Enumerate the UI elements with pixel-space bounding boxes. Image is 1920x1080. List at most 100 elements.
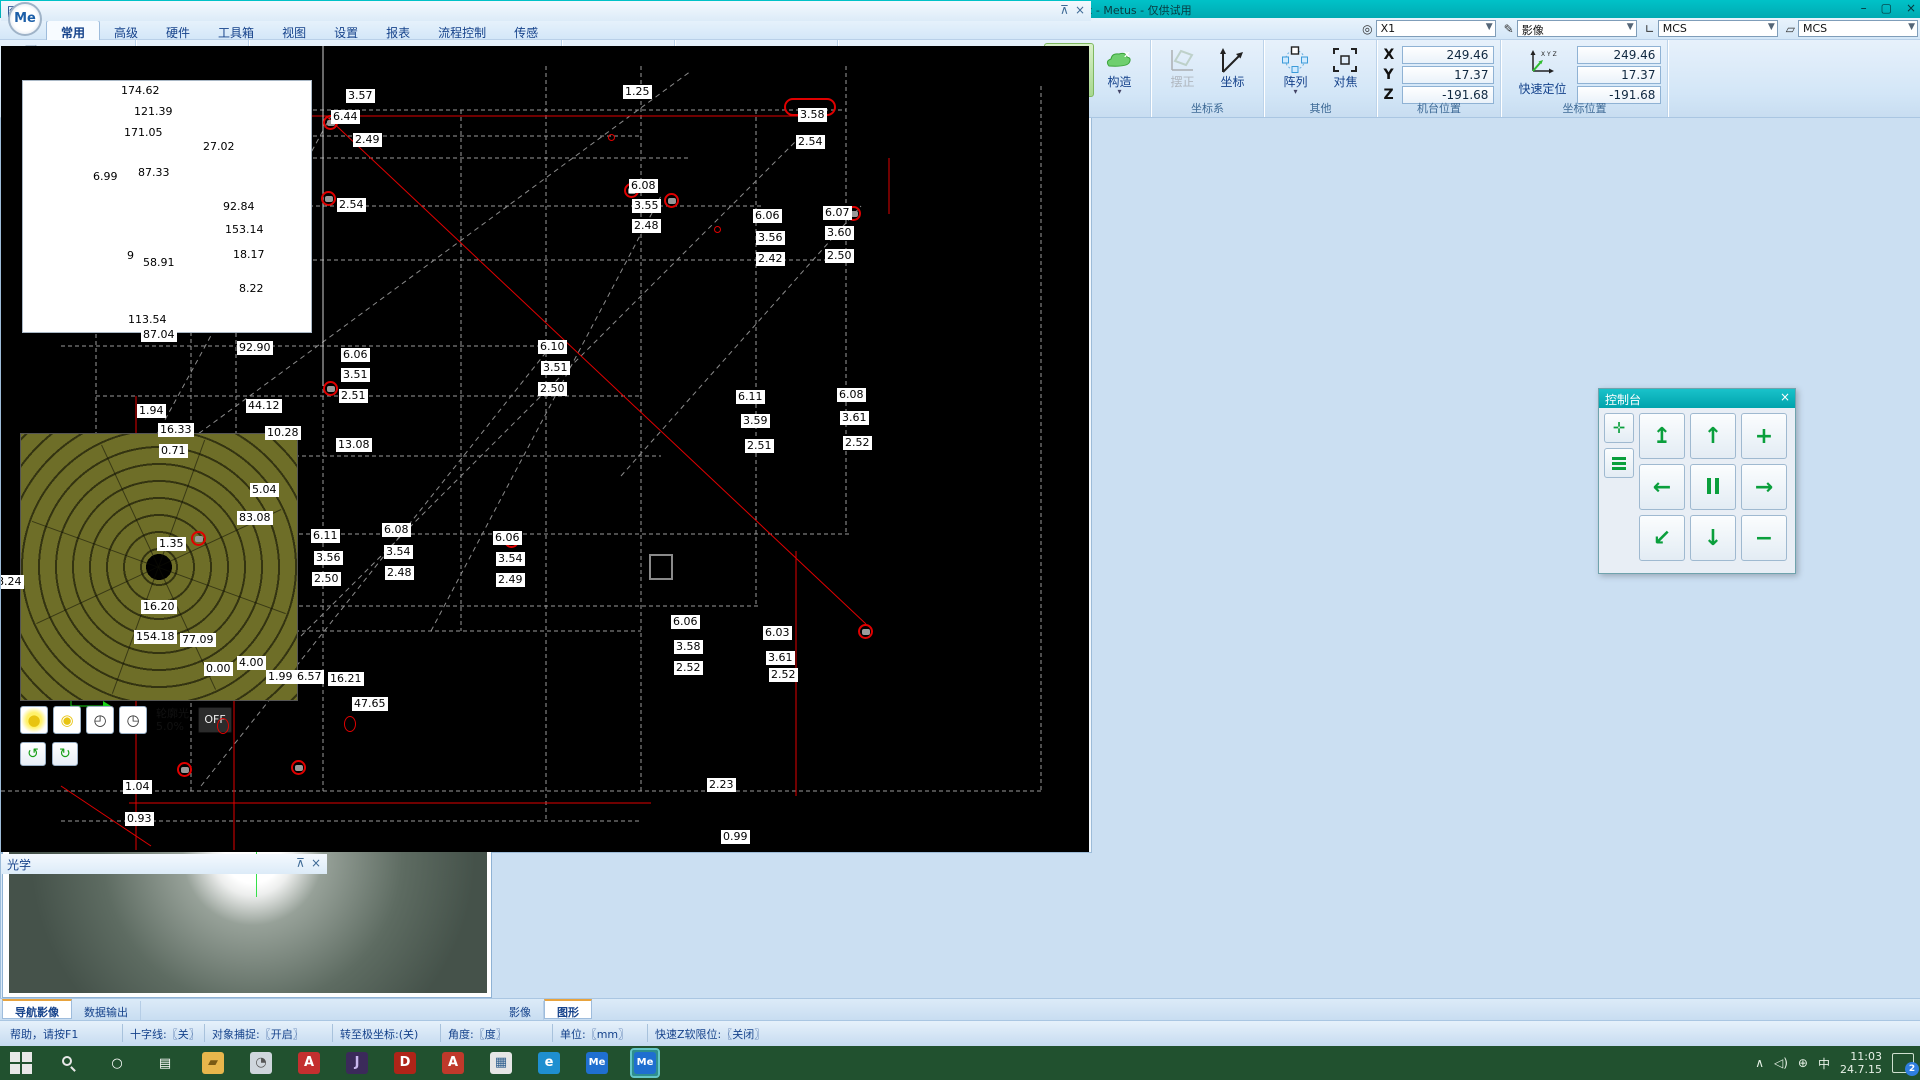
chevron-down-icon[interactable]: ▼: [1486, 22, 1493, 32]
combo-value[interactable]: X1▼: [1376, 20, 1496, 37]
ribbon-group-label: 机台位置: [1377, 100, 1500, 116]
ring-light-button[interactable]: ◉: [53, 706, 81, 734]
chevron-down-icon[interactable]: ▼: [1768, 22, 1775, 32]
maximize-button[interactable]: ▢: [1881, 1, 1892, 15]
dimension-label: 87.04: [141, 328, 177, 342]
ribbon-group-机台位置: X249.46Y17.37Z-191.68机台位置: [1377, 40, 1501, 117]
status-item-5[interactable]: 单位:〖mm〗: [560, 1026, 629, 1042]
taskbar-icon-grid[interactable]: ▦: [488, 1050, 514, 1076]
axis-list-icon[interactable]: [1604, 448, 1634, 478]
minimize-button[interactable]: –: [1861, 1, 1867, 15]
jog-left-button[interactable]: ←: [1639, 464, 1685, 510]
jog-up-limit-button[interactable]: ↥: [1639, 413, 1685, 459]
ribbon-button-cloud[interactable]: x构造▾: [1094, 43, 1144, 95]
chevron-down-icon[interactable]: ▼: [1908, 22, 1915, 32]
combo-x1-0[interactable]: ◎ X1▼: [1362, 20, 1495, 37]
dock-tab-图形[interactable]: 图形: [544, 999, 592, 1019]
jog-up-button[interactable]: ↑: [1690, 413, 1736, 459]
jog-right-button[interactable]: →: [1741, 464, 1787, 510]
close-button[interactable]: ×: [1906, 1, 1916, 15]
feature-marker[interactable]: [177, 762, 192, 777]
dock-tab-数据输出[interactable]: 数据输出: [72, 1001, 141, 1021]
ring-light-on-button[interactable]: ●: [20, 706, 48, 734]
ime-indicator[interactable]: 中: [1818, 1055, 1830, 1072]
taskbar-icon-ring[interactable]: ○: [104, 1050, 130, 1076]
status-item-3[interactable]: 转至极坐标:(关): [340, 1026, 418, 1042]
status-item-6[interactable]: 快速Z软限位:〖关闭〗: [655, 1026, 765, 1042]
ribbon-button-array[interactable]: 阵列▾: [1270, 43, 1320, 95]
dimension-label: 3.58: [674, 640, 703, 654]
feature-marker[interactable]: [321, 191, 336, 206]
jog-down-button[interactable]: ↓: [1690, 515, 1736, 561]
dimension-label: 44.12: [246, 399, 282, 413]
machine-pos-value-x: 249.46: [1402, 46, 1494, 64]
feature-marker[interactable]: [191, 531, 206, 546]
quick-position-button[interactable]: X Y Z快速定位: [1507, 43, 1577, 97]
undo-icon[interactable]: ↺: [20, 742, 46, 766]
step-minus-button[interactable]: −: [1741, 515, 1787, 561]
volume-icon[interactable]: ◁): [1774, 1056, 1788, 1070]
combo-mcs-3[interactable]: ▱ MCS▼: [1786, 20, 1918, 37]
dimension-label: 0.71: [159, 444, 188, 458]
dimension-label: 3.57: [346, 89, 375, 103]
taskbar-icon-Me-12[interactable]: Me: [584, 1050, 610, 1076]
jog-down-slant-button[interactable]: ↙: [1639, 515, 1685, 561]
dimension-label: 6.44: [331, 110, 360, 124]
jog-mode-icon[interactable]: ✛: [1604, 413, 1634, 443]
tray-chevron-icon[interactable]: ∧: [1755, 1056, 1764, 1070]
status-item-0[interactable]: 帮助，请按F1: [10, 1026, 78, 1042]
pin-icon[interactable]: ⊼: [1060, 3, 1069, 17]
taskbar-icon-Me-13[interactable]: Me: [632, 1050, 658, 1076]
ribbon-button-focus[interactable]: 对焦: [1320, 43, 1370, 89]
taskbar-icon-folder[interactable]: ▰: [200, 1050, 226, 1076]
taskbar-icon-A-9[interactable]: A: [440, 1050, 466, 1076]
status-item-1[interactable]: 十字线:〖关〗: [130, 1026, 200, 1042]
status-item-4[interactable]: 角度:〖度〗: [448, 1026, 507, 1042]
segment-light-button-2[interactable]: ◷: [119, 706, 147, 734]
dimension-label: 6.06: [671, 615, 700, 629]
feature-marker[interactable]: [858, 624, 873, 639]
chevron-down-icon[interactable]: ▼: [1627, 22, 1634, 32]
ribbon-group-坐标位置: X Y Z快速定位249.4617.37-191.68坐标位置: [1501, 40, 1668, 117]
close-icon[interactable]: ×: [311, 856, 321, 870]
pin-icon[interactable]: ⊼: [296, 856, 305, 870]
dimension-label: 2.54: [337, 198, 366, 212]
status-item-2[interactable]: 对象捕捉:〖开启〗: [212, 1026, 304, 1042]
step-plus-button[interactable]: +: [1741, 413, 1787, 459]
feature-marker[interactable]: [664, 193, 679, 208]
ribbon-button-coord[interactable]: 坐标: [1207, 43, 1257, 89]
taskbar-icon-e-11[interactable]: e: [536, 1050, 562, 1076]
taskbar-icon-start[interactable]: [8, 1050, 34, 1076]
ribbon-button-align[interactable]: 摆正: [1157, 43, 1207, 89]
dimension-label: 6.10: [538, 340, 567, 354]
redo-icon[interactable]: ↻: [52, 742, 78, 766]
combo-影像-1[interactable]: ✎ 影像▼: [1504, 20, 1637, 37]
combo-value[interactable]: MCS▼: [1798, 20, 1918, 37]
dimension-label: 13.08: [336, 438, 372, 452]
combo-mcs-2[interactable]: ∟ MCS▼: [1645, 20, 1778, 37]
feature-marker[interactable]: [323, 381, 338, 396]
selection-handle[interactable]: [649, 554, 673, 580]
console-titlebar[interactable]: 控制台 ×: [1599, 389, 1795, 408]
combo-value[interactable]: 影像▼: [1517, 20, 1637, 37]
taskbar-clock[interactable]: 11:03 24.7.15: [1840, 1050, 1882, 1076]
feature-marker[interactable]: [291, 760, 306, 775]
axis-icon: ∟: [1645, 22, 1655, 36]
notification-icon[interactable]: 2: [1892, 1053, 1914, 1073]
combo-value[interactable]: MCS▼: [1658, 20, 1778, 37]
close-icon[interactable]: ×: [1780, 390, 1790, 404]
taskbar-icon-A-6[interactable]: A: [296, 1050, 322, 1076]
taskbar-icon-search[interactable]: [56, 1050, 82, 1076]
app-logo[interactable]: Me: [8, 2, 42, 36]
taskbar-icon-clock[interactable]: ◔: [248, 1050, 274, 1076]
close-icon[interactable]: ×: [1075, 3, 1085, 17]
taskbar-icon-D-8[interactable]: D: [392, 1050, 418, 1076]
dock-tab-影像[interactable]: 影像: [497, 1001, 544, 1021]
pause-button[interactable]: [1690, 464, 1736, 510]
segment-light-button[interactable]: ◴: [86, 706, 114, 734]
dimension-label: 3.51: [341, 368, 370, 382]
taskbar-icon-taskview[interactable]: ▤: [152, 1050, 178, 1076]
network-icon[interactable]: ⊕: [1798, 1056, 1808, 1070]
taskbar-icon-J-7[interactable]: J: [344, 1050, 370, 1076]
dock-tab-导航影像[interactable]: 导航影像: [2, 999, 72, 1019]
